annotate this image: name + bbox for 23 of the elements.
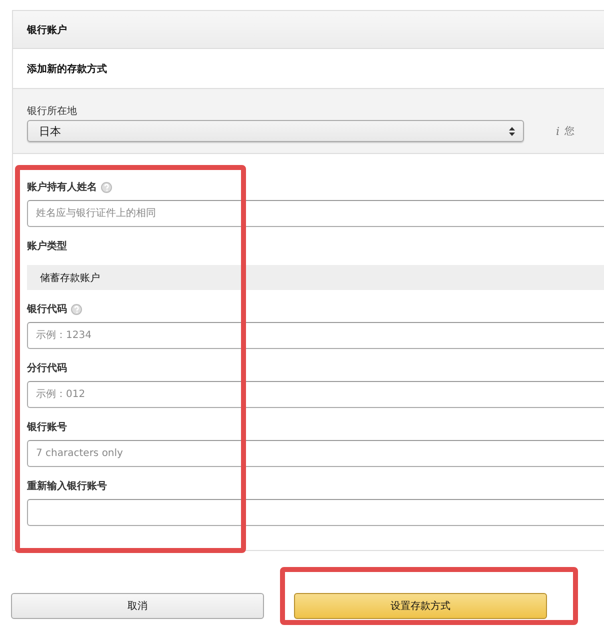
field-label: 重新输入银行账号 bbox=[27, 479, 107, 493]
select-arrows-icon bbox=[509, 126, 515, 136]
panel-subtitle: 添加新的存款方式 bbox=[27, 62, 107, 76]
text-input[interactable]: 示例：1234 bbox=[27, 322, 604, 349]
text-input[interactable]: 示例：012 bbox=[27, 381, 604, 408]
panel-title: 银行账户 bbox=[27, 23, 67, 36]
text-input[interactable]: 姓名应与银行证件上的相同 bbox=[27, 200, 604, 227]
text-input[interactable] bbox=[27, 499, 604, 526]
field-label: 账户持有人姓名 bbox=[27, 180, 97, 194]
info-icon: i bbox=[556, 124, 560, 138]
account-type-value: 储蓄存款账户 bbox=[40, 272, 100, 284]
cancel-button[interactable]: 取消 bbox=[11, 593, 264, 619]
note-text: 您 bbox=[564, 125, 575, 138]
help-icon[interactable] bbox=[101, 182, 112, 192]
field-label: 账户类型 bbox=[27, 239, 67, 253]
field-label: 银行代码 bbox=[27, 302, 67, 316]
submit-button[interactable]: 设置存款方式 bbox=[294, 593, 547, 619]
help-icon[interactable] bbox=[71, 304, 82, 314]
field-label: 分行代码 bbox=[27, 362, 67, 375]
field-label: 银行所在地 bbox=[27, 104, 78, 118]
text-input[interactable]: 7 characters only bbox=[27, 440, 604, 467]
field-label: 银行账号 bbox=[27, 420, 67, 434]
country-select[interactable]: 日本 bbox=[27, 120, 524, 142]
